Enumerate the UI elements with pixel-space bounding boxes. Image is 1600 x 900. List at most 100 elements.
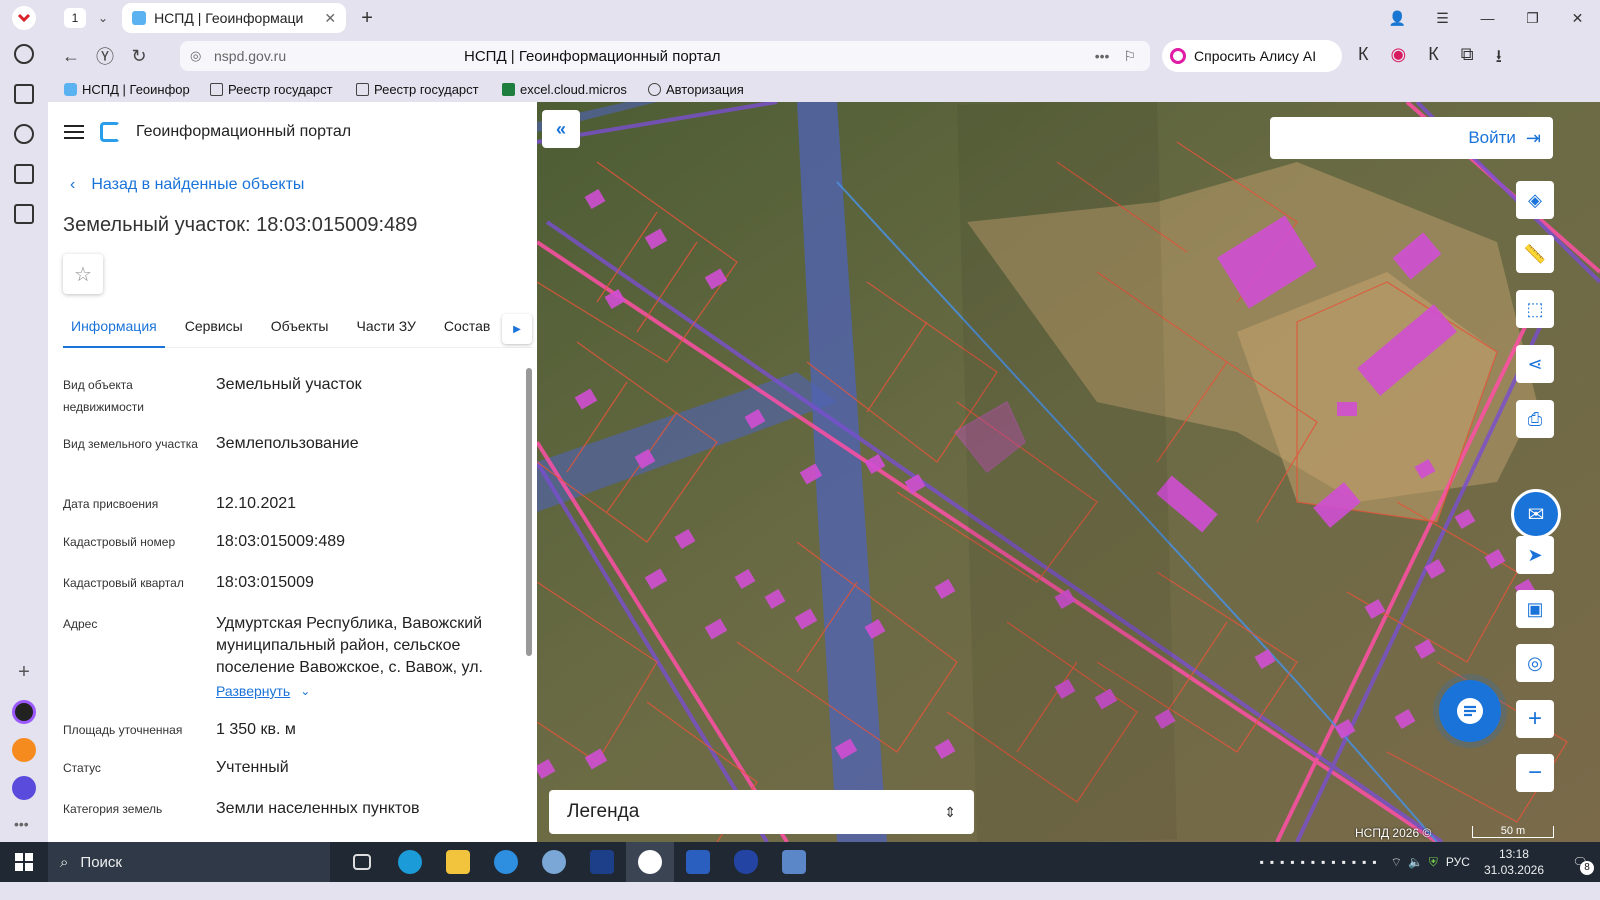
zoom-in-button[interactable]: + <box>1516 700 1554 738</box>
file-explorer-icon[interactable] <box>434 842 482 882</box>
extensions-icon[interactable]: ⧉ <box>1461 44 1474 74</box>
new-tab-button[interactable]: + <box>356 7 378 30</box>
collapse-panel-button[interactable]: « <box>542 110 580 148</box>
taskbar-search-label: Поиск <box>80 853 122 871</box>
bookmark-icon[interactable]: ⚐ <box>1123 48 1136 65</box>
bookmark-item[interactable]: Реестр государст <box>356 82 486 97</box>
collections-icon[interactable] <box>14 84 34 104</box>
geolocation-button[interactable]: ➤ <box>1516 536 1554 574</box>
scrollbar-thumb[interactable] <box>526 368 532 656</box>
more-icon[interactable]: ••• <box>14 816 29 832</box>
close-tab-icon[interactable]: ✕ <box>324 10 336 27</box>
tab-parts[interactable]: Части ЗУ <box>348 308 423 348</box>
chevron-down-icon[interactable]: ⌄ <box>98 11 108 25</box>
profile-icon[interactable]: 👤 <box>1375 10 1420 27</box>
journal-icon[interactable] <box>578 842 626 882</box>
bookmark-item[interactable]: Реестр государст <box>210 82 340 97</box>
legend-dropdown[interactable]: Легенда ⇕ <box>549 790 974 834</box>
tab-objects[interactable]: Объекты <box>263 308 337 348</box>
yandex-icon[interactable]: Ⓨ <box>88 43 122 69</box>
reload-icon[interactable]: ↻ <box>122 46 156 67</box>
windows-start-button[interactable] <box>0 853 48 871</box>
location-search-icon: ◎ <box>1527 652 1543 673</box>
browser-tab[interactable]: НСПД | Геоинформаци ✕ <box>122 3 347 33</box>
browser-tab-strip: 1 ⌄ НСПД | Геоинформаци ✕ + 👤 ☰ — ❐ ✕ <box>0 0 1600 36</box>
tab-composition[interactable]: Состав <box>436 308 498 348</box>
volume-icon[interactable]: 🔈 <box>1408 855 1423 869</box>
notifications-button[interactable]: 🗨 8 <box>1560 855 1600 875</box>
portal-logo-icon <box>100 122 120 142</box>
attribute-value: 18:03:015009:489 <box>216 533 346 550</box>
screenshot-icon[interactable] <box>14 204 34 224</box>
expand-address-link[interactable]: Развернуть ⌄ <box>216 683 310 699</box>
word-icon[interactable] <box>674 842 722 882</box>
url-field[interactable]: ◎ nspd.gov.ru НСПД | Геоинформационный п… <box>180 41 1150 71</box>
taskbar-search[interactable]: ⌕ Поиск <box>48 842 330 882</box>
app-icon[interactable] <box>530 842 578 882</box>
minimize-icon[interactable]: — <box>1465 10 1510 26</box>
login-button[interactable]: Войти ⇥ <box>1270 117 1553 159</box>
ask-alice-button[interactable]: Спросить Алису AI <box>1162 40 1342 72</box>
tab-count-badge[interactable]: 1 <box>64 8 86 28</box>
chat-button[interactable] <box>1439 680 1501 742</box>
back-arrow-icon[interactable]: ← <box>54 46 88 67</box>
tab-information[interactable]: Информация <box>63 308 165 348</box>
attribute-value: 1 350 кв. м <box>216 721 296 738</box>
yandex-browser-icon[interactable] <box>626 842 674 882</box>
emblem-icon[interactable] <box>722 842 770 882</box>
play-icon[interactable] <box>14 124 34 144</box>
add-icon[interactable]: + <box>14 662 34 682</box>
site-info-icon[interactable]: ◎ <box>190 48 201 64</box>
taskbar-clock[interactable]: 13:18 31.03.2026 <box>1484 846 1544 878</box>
internet-explorer-icon[interactable] <box>482 842 530 882</box>
bookmark-item[interactable]: Авторизация <box>648 82 768 97</box>
kaspersky-icon[interactable]: К <box>1428 44 1439 74</box>
tab-services[interactable]: Сервисы <box>177 308 251 348</box>
panel-scrollbar[interactable] <box>525 362 533 836</box>
language-indicator[interactable]: РУС <box>1446 855 1470 869</box>
close-window-icon[interactable]: ✕ <box>1555 10 1600 27</box>
shield-icon[interactable]: ⛨ <box>1429 855 1438 870</box>
restore-icon[interactable]: ❐ <box>1510 10 1555 27</box>
edge-icon[interactable] <box>386 842 434 882</box>
tray-icons[interactable]: ▪▪▪▪▪▪▪▪▪▪▪▪ <box>1260 855 1383 869</box>
feedback-button[interactable]: ✉ <box>1511 489 1561 539</box>
wifi-icon[interactable]: ⌔ <box>1391 855 1402 870</box>
history-icon[interactable] <box>14 44 34 64</box>
download-icon[interactable]: ⭳ <box>1496 44 1502 74</box>
bookmark-item[interactable]: excel.cloud.micros <box>502 82 632 97</box>
share-button[interactable]: ⋖ <box>1516 345 1554 383</box>
bookmark-item[interactable]: НСПД | Геоинфор <box>64 82 194 97</box>
menu-icon[interactable]: ☰ <box>1420 10 1465 27</box>
login-icon: ⇥ <box>1525 127 1541 148</box>
ask-alice-label: Спросить Алису AI <box>1194 48 1317 64</box>
attribute-value: Земли населенных пунктов <box>216 800 420 817</box>
back-to-results-link[interactable]: ‹ Назад в найденные объекты <box>70 176 304 194</box>
map-view[interactable]: « Войти ⇥ ◈ 📏 ⬚ ⋖ ⎙ ✉ ➤ ▣ ◎ + − Легенда … <box>537 102 1600 842</box>
messenger-icon[interactable] <box>12 776 36 800</box>
toolbar-extensions: К ◉ К ⧉ ⭳ <box>1358 44 1502 74</box>
mail-icon[interactable] <box>12 738 36 762</box>
print-button[interactable]: ⎙ <box>1516 400 1554 438</box>
more-icon[interactable]: ••• <box>1095 48 1110 64</box>
attribute-value: Землепользование <box>216 435 359 452</box>
measure-button[interactable]: 📏 <box>1516 235 1554 273</box>
tabs-scroll-right-button[interactable]: ▶ <box>502 314 532 344</box>
zoom-out-button[interactable]: − <box>1516 754 1554 792</box>
search-location-button[interactable]: ◎ <box>1516 644 1554 682</box>
menu-icon[interactable] <box>64 125 84 139</box>
gosuslugi-app-icon[interactable] <box>770 842 818 882</box>
nspd-favicon-icon <box>64 82 77 96</box>
alice-sidebar-icon[interactable] <box>12 700 36 724</box>
favorite-button[interactable]: ☆ <box>63 254 103 294</box>
task-view-icon[interactable] <box>338 842 386 882</box>
kaspersky-icon[interactable]: К <box>1358 44 1369 74</box>
tabs-panel-icon[interactable] <box>14 164 34 184</box>
area-select-button[interactable]: ⬚ <box>1516 290 1554 328</box>
extension-icon[interactable]: ◉ <box>1391 44 1407 74</box>
attribute-key: Кадастровый номер <box>63 535 176 549</box>
yandex-browser-logo-icon[interactable] <box>12 6 36 30</box>
minimap-button[interactable]: ▣ <box>1516 590 1554 628</box>
object-info-panel: Геоинформационный портал ‹ Назад в найде… <box>48 102 537 842</box>
layers-button[interactable]: ◈ <box>1516 181 1554 219</box>
